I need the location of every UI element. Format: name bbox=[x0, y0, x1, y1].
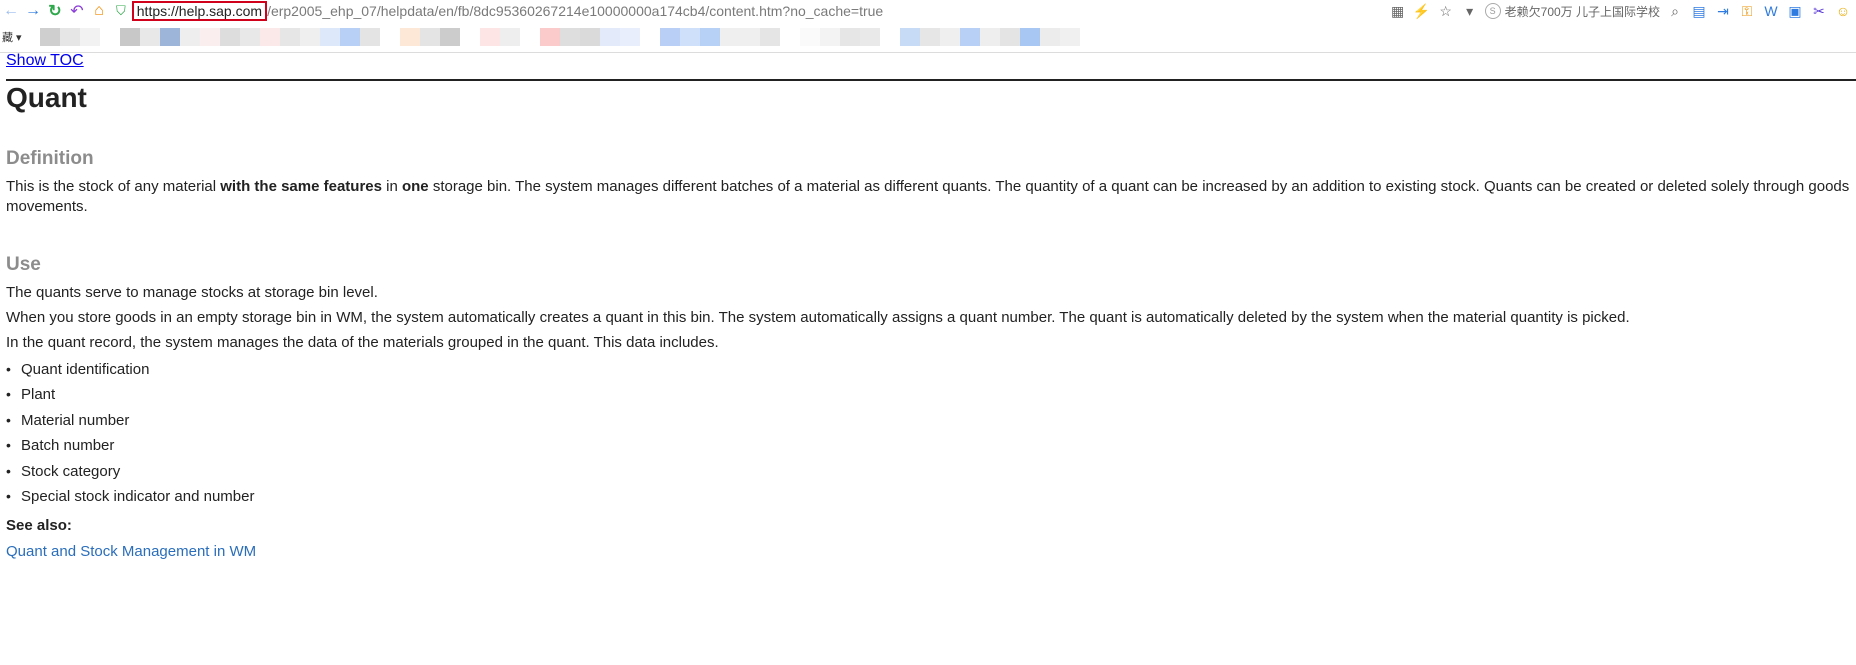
search-icon[interactable]: ⌕ bbox=[1666, 3, 1684, 20]
url-path: /erp2005_ehp_07/helpdata/en/fb/8dc953602… bbox=[267, 3, 884, 19]
login-icon[interactable]: ⇥ bbox=[1714, 3, 1732, 20]
search-suggestion-text: 老赖欠700万 儿子上国际学校 bbox=[1504, 4, 1660, 19]
page-title: Quant bbox=[6, 82, 87, 113]
data-includes-list: Quant identification Plant Material numb… bbox=[6, 357, 254, 509]
chevron-down-icon[interactable]: ▾ bbox=[1461, 3, 1479, 20]
word-icon[interactable]: W bbox=[1762, 3, 1780, 19]
show-toc-link[interactable]: Show TOC bbox=[6, 52, 84, 70]
back-icon[interactable]: ← bbox=[0, 1, 22, 21]
list-item: Quant identification bbox=[6, 357, 254, 382]
definition-text: This is the stock of any material with t… bbox=[6, 178, 1850, 215]
tablet-icon[interactable]: ▣ bbox=[1786, 3, 1804, 20]
star-icon[interactable]: ☆ bbox=[1437, 3, 1455, 20]
forward-icon[interactable]: → bbox=[22, 1, 44, 21]
reload-icon[interactable]: ↻ bbox=[44, 1, 66, 21]
url-domain: https://help.sap.com bbox=[131, 1, 268, 21]
reader-icon[interactable]: ▤ bbox=[1690, 3, 1708, 20]
use-heading: Use bbox=[6, 254, 41, 275]
bookmarks-folder[interactable]: 藏 ▾ bbox=[2, 29, 40, 45]
lightning-icon[interactable]: ⚡ bbox=[1413, 3, 1431, 20]
bookmarks-strip[interactable] bbox=[40, 28, 1080, 46]
browser-toolbar: ← → ↻ ↶ ⌂ ⛉ https://help.sap.com /erp200… bbox=[0, 0, 1856, 22]
use-paragraph-1: The quants serve to manage stocks at sto… bbox=[6, 284, 378, 301]
use-paragraph-3: In the quant record, the system manages … bbox=[6, 334, 719, 351]
toolbar-right: ▦ ⚡ ☆ ▾ S 老赖欠700万 儿子上国际学校 ⌕ ▤ ⇥ ⚿ W ▣ ✂ … bbox=[1389, 0, 1856, 22]
list-item: Special stock indicator and number bbox=[6, 484, 254, 509]
bookmarks-bar: 藏 ▾ bbox=[0, 26, 1856, 48]
address-bar[interactable]: https://help.sap.com /erp2005_ehp_07/hel… bbox=[131, 1, 884, 21]
definition-heading: Definition bbox=[6, 148, 94, 169]
emoji-icon[interactable]: ☺ bbox=[1834, 3, 1852, 19]
search-suggestion[interactable]: S 老赖欠700万 儿子上国际学校 bbox=[1484, 3, 1660, 20]
list-item: Batch number bbox=[6, 433, 254, 458]
qr-code-icon[interactable]: ▦ bbox=[1389, 3, 1407, 20]
see-also-label: See also: bbox=[6, 517, 72, 534]
undo-icon[interactable]: ↶ bbox=[66, 1, 88, 21]
home-icon[interactable]: ⌂ bbox=[88, 1, 110, 21]
key-icon[interactable]: ⚿ bbox=[1738, 3, 1756, 20]
scissors-icon[interactable]: ✂ bbox=[1810, 3, 1828, 20]
security-shield-icon[interactable]: ⛉ bbox=[116, 3, 126, 19]
list-item: Material number bbox=[6, 408, 254, 433]
list-item: Plant bbox=[6, 382, 254, 407]
use-paragraph-2: When you store goods in an empty storage… bbox=[6, 309, 1630, 326]
search-engine-icon: S bbox=[1484, 3, 1501, 19]
bookmarks-divider bbox=[0, 52, 1856, 53]
see-also-link[interactable]: Quant and Stock Management in WM bbox=[6, 543, 256, 560]
list-item: Stock category bbox=[6, 459, 254, 484]
title-rule bbox=[6, 79, 1856, 81]
